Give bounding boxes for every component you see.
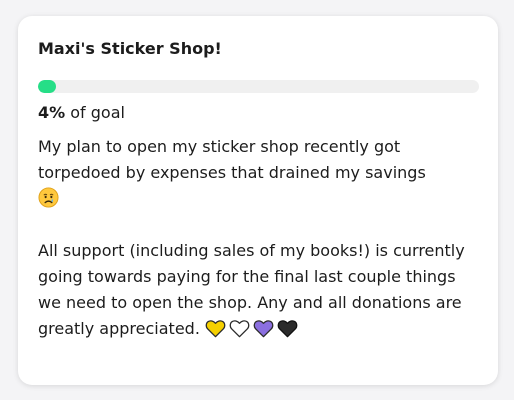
description-text-2: All support (including sales of my books… [38, 241, 465, 338]
progress-bar [38, 80, 479, 93]
goal-suffix: of goal [65, 103, 125, 122]
progress-bar-fill [38, 80, 56, 93]
yellow-heart-icon [205, 319, 226, 338]
campaign-description: My plan to open my sticker shop recently… [38, 134, 479, 342]
goal-status: 4% of goal [38, 102, 478, 124]
description-text-1: My plan to open my sticker shop recently… [38, 137, 426, 182]
description-paragraph-2: All support (including sales of my books… [38, 238, 479, 342]
description-paragraph-1: My plan to open my sticker shop recently… [38, 134, 479, 212]
purple-heart-icon [253, 319, 274, 338]
white-heart-icon [229, 319, 250, 338]
sad-tear-face-icon [38, 187, 59, 208]
campaign-card: Maxi's Sticker Shop! 4% of goal My plan … [18, 16, 498, 385]
black-heart-icon [277, 319, 298, 338]
campaign-title: Maxi's Sticker Shop! [38, 39, 222, 58]
goal-percent: 4% [38, 103, 66, 122]
